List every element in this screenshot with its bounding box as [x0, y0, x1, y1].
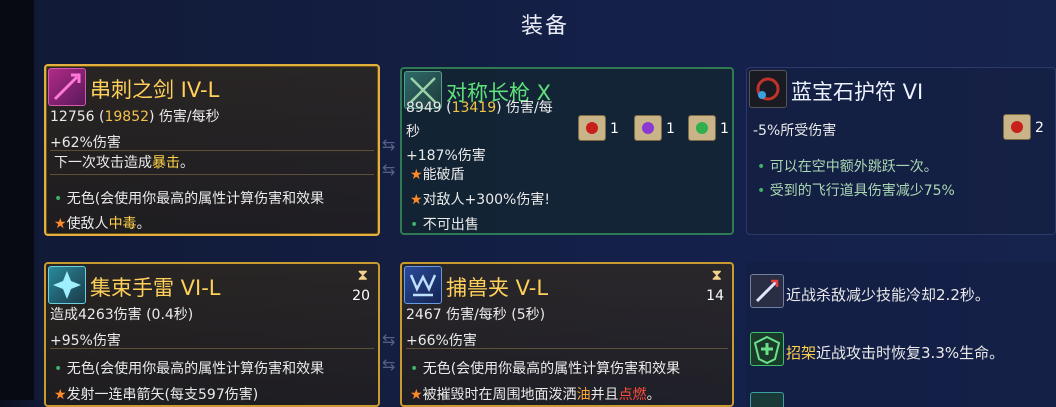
bullet-unsellable: • 不可出售: [410, 217, 479, 233]
swap-arrow-icon: ⇆: [382, 330, 396, 349]
cooldown-seconds: 14: [706, 288, 724, 304]
swap-arrow-icon: ⇆: [382, 160, 396, 179]
damage-taken: -5%所受伤害: [753, 123, 837, 139]
card-name: 捕兽夹 V-L: [446, 276, 549, 300]
bullet-colorless: • 无色(会使用你最高的属性计算伤害和效果: [54, 361, 325, 377]
damage-bonus: +66%伤害: [406, 333, 477, 349]
purple-scroll-icon: [634, 115, 662, 141]
bullet-double-jump: • 可以在空中额外跳跃一次。: [757, 159, 938, 175]
effect-line: 下一次攻击造成暴击。: [54, 155, 194, 171]
dps-unit-wrap: 秒: [406, 124, 420, 140]
scroll-count: 1: [610, 121, 619, 137]
parry-skill-icon[interactable]: [750, 332, 784, 366]
card-name: 集束手雷 VI-L: [90, 276, 221, 300]
equip-card-bear-trap[interactable]: 捕兽夹 V-L ⧗ 14 2467 伤害/每秒 (5秒) +66%伤害 • 无色…: [400, 262, 734, 407]
hourglass-icon: ⧗: [711, 266, 722, 284]
equip-card-symmetric-spear[interactable]: 对称长枪 X 8949 (13419) 伤害/每 秒 1 1 1 +187%伤害…: [400, 67, 734, 235]
bullet-colorless: • 无色(会使用你最高的属性计算伤害和效果: [54, 191, 325, 207]
trap-icon: [404, 266, 442, 304]
red-scroll-icon: [578, 115, 606, 141]
swap-arrow-icon: ⇆: [382, 135, 396, 154]
card-name: 蓝宝石护符 VI: [791, 80, 924, 104]
damage-line: 2467 伤害/每秒 (5秒): [406, 307, 546, 323]
bullet-poison: ★使敌人中毒。: [54, 216, 151, 232]
bullet-colorless: • 无色(会使用你最高的属性计算伤害和效果: [410, 361, 681, 377]
damage-line: 造成4263伤害 (0.4秒): [50, 307, 194, 323]
skills-panel: 近战杀敌减少技能冷却2.2秒。 招架近战攻击时恢复3.3%生命。: [746, 262, 1056, 407]
scroll-count: 1: [666, 121, 675, 137]
bullet-arrows: ★发射一连串箭矢(每支597伤害): [54, 387, 259, 403]
bullet-bonus-damage: ★对敌人+300%伤害!: [410, 192, 550, 208]
damage-bonus: +187%伤害: [406, 148, 486, 164]
damage-bonus: +62%伤害: [50, 135, 121, 151]
scroll-count: 2: [1035, 120, 1044, 136]
grenade-icon: [48, 266, 86, 304]
dps-line: 8949 (13419) 伤害/每: [406, 100, 553, 116]
skill-text: 近战杀敌减少技能冷却2.2秒。: [786, 286, 990, 304]
equip-card-cluster-grenade[interactable]: 集束手雷 VI-L ⧗ 20 造成4263伤害 (0.4秒) +95%伤害 • …: [44, 262, 380, 407]
bullet-oil-fire: ★被摧毁时在周围地面泼洒油并且点燃。: [410, 387, 661, 403]
swap-arrow-icon: ⇆: [382, 355, 396, 374]
left-edge-panel: [0, 0, 34, 400]
equip-card-skewer-sword[interactable]: 串刺之剑 IV-L 12756 (19852) 伤害/每秒 +62%伤害 下一次…: [44, 64, 380, 236]
scroll-count: 1: [720, 121, 729, 137]
bullet-projectile-resist: • 受到的飞行道具伤害减少75%: [757, 183, 955, 199]
green-scroll-icon: [688, 115, 716, 141]
red-scroll-icon: [1003, 114, 1031, 140]
sword-icon: [48, 68, 86, 106]
card-name: 串刺之剑 IV-L: [90, 78, 220, 102]
amulet-icon: [749, 70, 787, 108]
equip-card-sapphire-amulet[interactable]: 蓝宝石护符 VI -5%所受伤害 2 • 可以在空中额外跳跃一次。 • 受到的飞…: [746, 67, 1056, 235]
melee-kill-skill-icon[interactable]: [750, 274, 784, 308]
skill-text: 招架近战攻击时恢复3.3%生命。: [786, 344, 1005, 362]
hourglass-icon: ⧗: [357, 266, 368, 284]
dps-line: 12756 (19852) 伤害/每秒: [50, 109, 220, 125]
page-title: 装备: [520, 14, 569, 39]
cooldown-seconds: 20: [352, 288, 370, 304]
bullet-shield-break: ★能破盾: [410, 167, 465, 183]
damage-bonus: +95%伤害: [50, 333, 121, 349]
